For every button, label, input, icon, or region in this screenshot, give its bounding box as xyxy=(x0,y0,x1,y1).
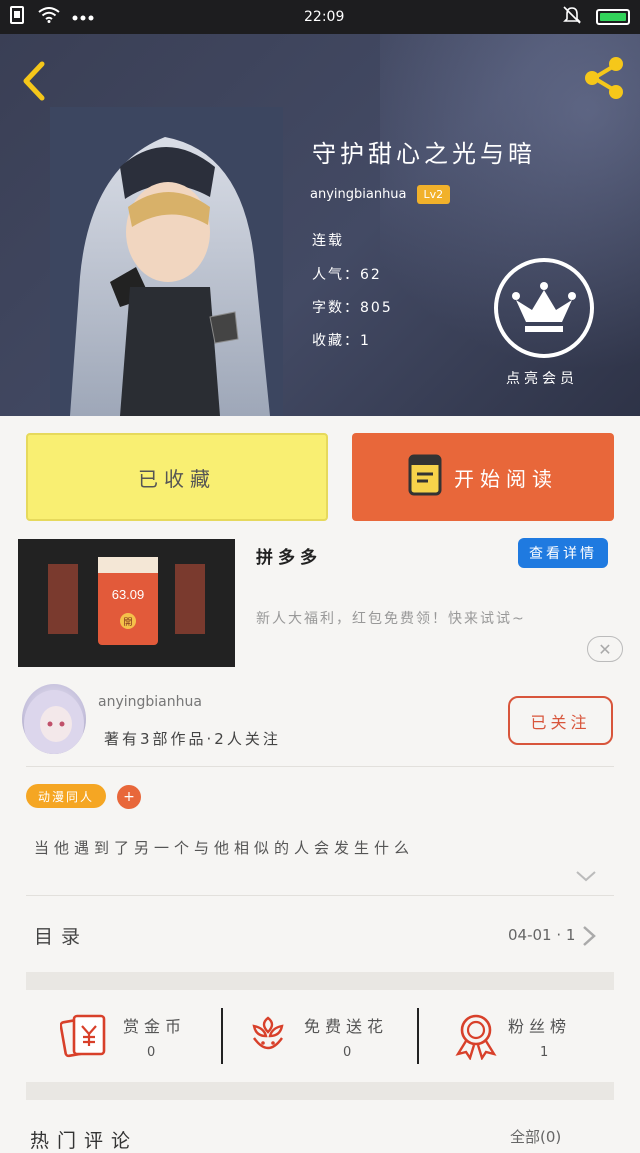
crown-icon xyxy=(494,258,594,358)
book-popularity: 人气：62 xyxy=(312,267,382,283)
divider xyxy=(26,766,614,767)
divider xyxy=(221,1008,223,1064)
medal-icon xyxy=(454,1012,498,1064)
avatar[interactable] xyxy=(22,684,86,754)
stat-value: 0 xyxy=(343,1045,352,1060)
ad-close-button[interactable]: ✕ xyxy=(587,636,623,662)
vip-button[interactable] xyxy=(492,256,596,360)
chevron-right-icon[interactable] xyxy=(580,924,598,948)
follow-button[interactable]: 已关注 xyxy=(508,696,613,745)
book-author[interactable]: anyingbianhua xyxy=(310,187,407,202)
book-hero: 守护甜心之光与暗 anyingbianhua Lv2 连载 人气：62 字数：8… xyxy=(0,34,640,416)
stat-value: 0 xyxy=(147,1045,156,1060)
start-reading-label: 开始阅读 xyxy=(454,466,558,491)
ad-description: 新人大福利，红包免费领！快来试试~ xyxy=(256,611,526,627)
author-level-badge: Lv2 xyxy=(416,185,451,204)
back-button[interactable] xyxy=(16,58,56,104)
book-word-count: 字数：805 xyxy=(312,300,393,316)
book-cover[interactable] xyxy=(50,107,283,416)
more-dots-icon xyxy=(72,9,94,25)
toc-latest: 04-01 · 1 xyxy=(508,926,576,944)
section-separator xyxy=(26,1082,614,1100)
book-author-row: anyingbianhua Lv2 xyxy=(310,185,451,204)
stat-label: 粉丝榜 xyxy=(508,1017,572,1036)
close-icon: ✕ xyxy=(598,639,612,659)
book-favorites: 收藏：1 xyxy=(312,333,371,349)
ad-image-amount: 63.09 xyxy=(112,587,145,602)
ad-image-open: 開 xyxy=(123,617,132,628)
flower-icon xyxy=(248,1014,288,1062)
stat-label: 赏金币 xyxy=(123,1017,187,1036)
share-button[interactable] xyxy=(580,54,628,102)
start-reading-button[interactable]: 开始阅读 xyxy=(352,433,614,521)
stat-fan-ranking[interactable]: 粉丝榜 1 xyxy=(420,1008,616,1068)
status-bar: 22:09 xyxy=(0,0,640,34)
ad-image[interactable]: 63.09 開 xyxy=(18,539,235,667)
book-description: 当他遇到了另一个与他相似的人会发生什么 xyxy=(34,839,415,857)
view-details-button[interactable]: 查看详情 xyxy=(518,538,608,568)
author-name[interactable]: anyingbianhua xyxy=(98,694,202,710)
book-title: 守护甜心之光与暗 xyxy=(312,140,536,168)
toc-label[interactable]: 目录 xyxy=(34,922,88,949)
battery-icon xyxy=(596,9,630,25)
stat-value: 1 xyxy=(540,1045,549,1060)
divider xyxy=(417,1008,419,1064)
mute-bell-icon xyxy=(562,5,582,29)
all-comments-link[interactable]: 全部(0) xyxy=(510,1126,561,1147)
status-time: 22:09 xyxy=(304,9,345,25)
ad-title: 拼多多 xyxy=(256,548,322,568)
expand-chevron-icon[interactable] xyxy=(574,866,598,886)
author-stats: 著有3部作品·2人关注 xyxy=(104,730,281,748)
divider xyxy=(26,895,614,896)
wifi-icon xyxy=(38,7,60,27)
red-envelope-icon xyxy=(59,1012,108,1062)
book-icon xyxy=(408,454,442,501)
stat-reward-coins[interactable]: 赏金币 0 xyxy=(30,1008,226,1068)
hot-comments-title: 热门评论 xyxy=(30,1130,139,1152)
section-separator xyxy=(26,972,614,990)
book-status: 连载 xyxy=(312,233,344,249)
stat-label: 免费送花 xyxy=(304,1017,389,1036)
add-tag-button[interactable]: + xyxy=(117,785,141,809)
sim-icon xyxy=(10,6,26,28)
tag-chip[interactable]: 动漫同人 xyxy=(26,784,107,808)
collected-label: 已收藏 xyxy=(138,466,216,491)
collected-button[interactable]: 已收藏 xyxy=(26,433,328,521)
stat-free-flowers[interactable]: 免费送花 0 xyxy=(224,1008,420,1068)
vip-label: 点亮会员 xyxy=(506,371,578,387)
